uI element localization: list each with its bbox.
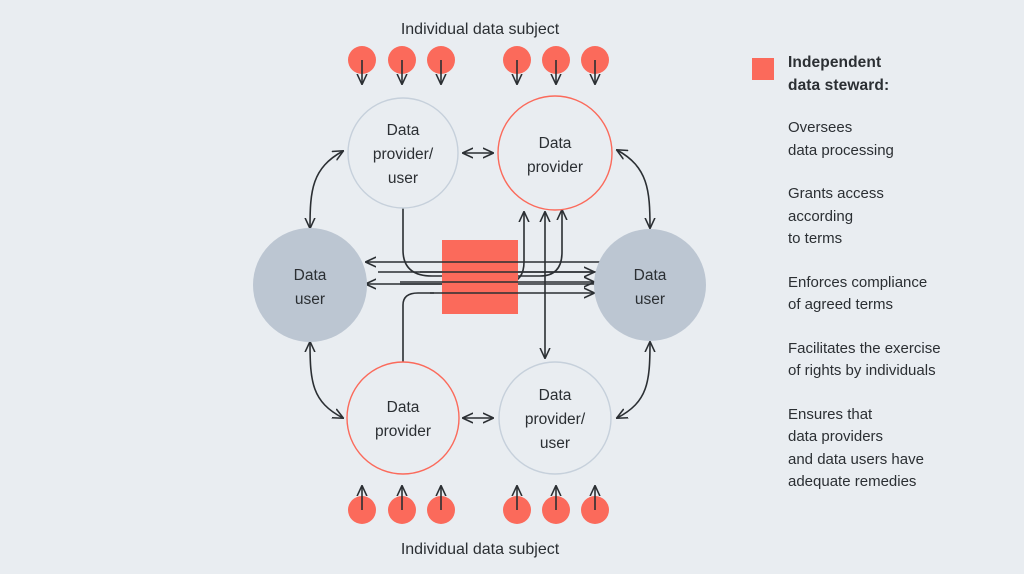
node-label-line2: provider bbox=[527, 159, 583, 176]
node-bottom-left-data-provider[interactable]: Data provider bbox=[346, 361, 460, 475]
legend-header: Independent data steward: bbox=[752, 52, 1014, 97]
data-subject-dot bbox=[542, 46, 570, 84]
data-subject-dot bbox=[427, 46, 455, 84]
legend-item: Ensures that data providers and data use… bbox=[788, 405, 924, 491]
node-label-line2: provider/ bbox=[525, 411, 586, 428]
node-label-line1: Data bbox=[387, 122, 420, 139]
data-subject-dot bbox=[348, 46, 376, 84]
legend-item: Grants access according to terms bbox=[788, 185, 884, 248]
data-subject-dot bbox=[503, 46, 531, 84]
node-top-left-data-provider-user[interactable]: Data provider/ user bbox=[347, 97, 459, 209]
node-label-line2: provider/ bbox=[373, 146, 434, 163]
legend-independent-data-steward: Independent data steward: Oversees data … bbox=[752, 52, 1014, 494]
legend-items: Oversees data processing Grants access a… bbox=[788, 117, 1014, 494]
data-subjects-top bbox=[348, 46, 609, 84]
connector-bottomright-to-rightuser bbox=[617, 342, 650, 418]
data-subjects-bottom bbox=[348, 486, 609, 524]
data-subject-dot bbox=[503, 486, 531, 524]
caption-top: Individual data subject bbox=[401, 21, 560, 38]
caption-bottom: Individual data subject bbox=[401, 541, 560, 558]
node-label-line1: Data bbox=[539, 135, 572, 152]
legend-swatch-icon bbox=[752, 58, 774, 80]
diagram-canvas: Individual data subject Data provider/ u… bbox=[0, 0, 1024, 574]
node-label-line1: Data bbox=[634, 267, 667, 284]
data-subject-dot bbox=[581, 486, 609, 524]
node-label-line3: user bbox=[388, 170, 418, 187]
legend-title-line1: Independent bbox=[788, 54, 882, 71]
legend-item: Enforces compliance of agreed terms bbox=[788, 273, 928, 314]
node-label-line2: provider bbox=[375, 423, 431, 440]
connector-bottomleft-to-leftuser bbox=[310, 342, 343, 418]
data-subject-dot bbox=[581, 46, 609, 84]
legend-title: Independent data steward: bbox=[788, 52, 889, 97]
connector-topleft-to-leftuser bbox=[310, 151, 343, 228]
node-top-right-data-provider[interactable]: Data provider bbox=[497, 95, 613, 211]
data-subject-dot bbox=[427, 486, 455, 524]
legend-item: Oversees data processing bbox=[788, 119, 894, 159]
legend-title-line2: data steward: bbox=[788, 76, 890, 94]
data-subject-dot bbox=[542, 486, 570, 524]
connector-topright-to-rightuser bbox=[617, 150, 650, 228]
data-subject-dot bbox=[388, 46, 416, 84]
data-subject-dot bbox=[348, 486, 376, 524]
node-left-data-user[interactable]: Data user bbox=[253, 228, 367, 342]
node-bottom-right-data-provider-user[interactable]: Data provider/ user bbox=[498, 361, 612, 475]
node-label-line2: user bbox=[635, 291, 665, 308]
independent-data-steward-square bbox=[442, 240, 518, 314]
data-subject-dot bbox=[388, 486, 416, 524]
connector-bottomleft-to-bus bbox=[402, 292, 434, 372]
node-label-line3: user bbox=[540, 435, 570, 452]
node-right-data-user[interactable]: Data user bbox=[594, 229, 706, 341]
node-label-line1: Data bbox=[387, 399, 420, 416]
node-label-line1: Data bbox=[294, 267, 327, 284]
node-label-line2: user bbox=[295, 291, 325, 308]
node-label-line1: Data bbox=[539, 387, 572, 404]
legend-item: Facilitates the exercise of rights by in… bbox=[788, 339, 941, 380]
